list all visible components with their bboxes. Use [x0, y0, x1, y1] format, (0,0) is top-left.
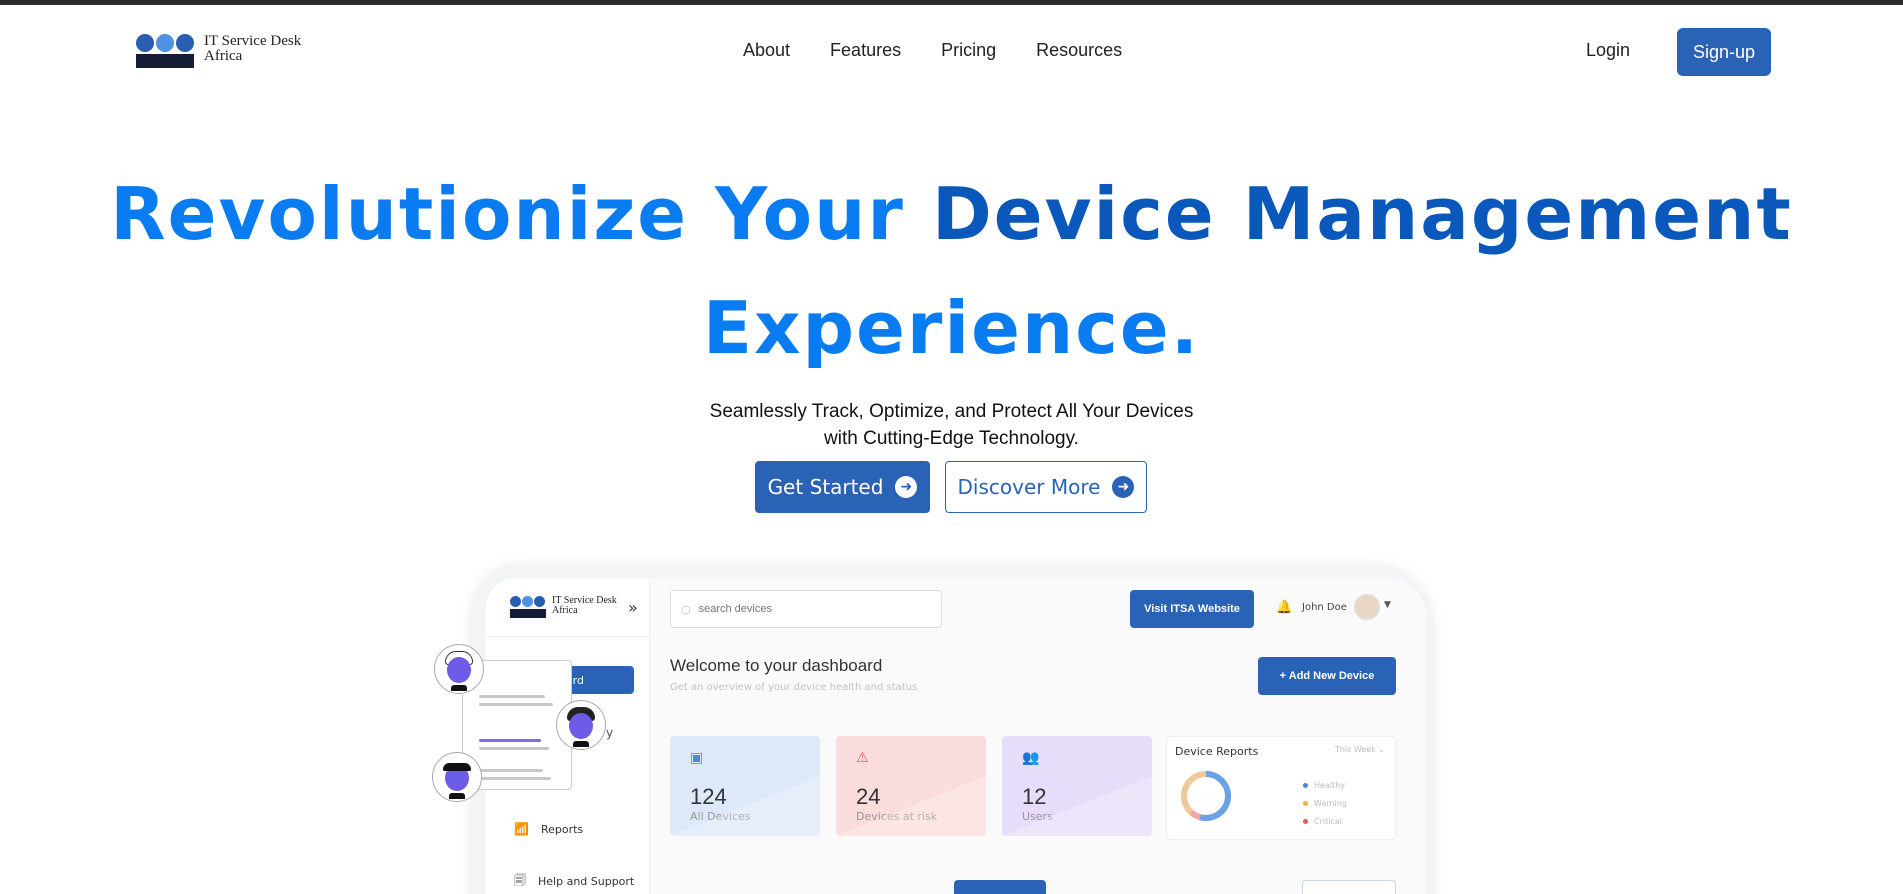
nav-features[interactable]: Features [830, 40, 901, 61]
device-reports-card: Device Reports This Week ⌄ Healthy Warni… [1166, 736, 1396, 840]
stat-value: 12 [1022, 784, 1047, 809]
discover-more-label: Discover More [957, 475, 1101, 499]
chevron-down-icon[interactable]: ▼ [1384, 600, 1391, 610]
hero-subtitle-line1: Seamlessly Track, Optimize, and Protect … [709, 401, 1194, 422]
persona-avatar [556, 700, 606, 750]
nav-pricing[interactable]: Pricing [941, 40, 996, 61]
login-link[interactable]: Login [1586, 40, 1630, 61]
sidebar-item-label: Help and Support [538, 875, 635, 888]
hero-title-part2: Device Management [931, 172, 1793, 256]
arrow-right-icon: ➜ [895, 476, 918, 498]
add-new-device-button[interactable]: + Add New Device [1258, 657, 1396, 695]
stat-value: 24 [856, 784, 881, 809]
legend-warning: Warning [1303, 795, 1347, 813]
sidebar-item-help[interactable]: 🗐 Help and Support [514, 871, 634, 892]
dashboard-welcome-subtitle: Get an overview of your device health an… [670, 682, 918, 693]
visit-website-button[interactable]: Visit ITSA Website [1130, 590, 1254, 628]
sidebar-item-label: Reports [540, 822, 584, 836]
dashboard-bottom-outline-button[interactable] [1302, 880, 1396, 894]
alarm-icon: ⚠ [856, 750, 869, 766]
period-select[interactable]: This Week ⌄ [1335, 745, 1385, 754]
search-input[interactable] [698, 603, 919, 615]
signup-button[interactable]: Sign-up [1677, 28, 1771, 76]
dashboard-welcome-title: Welcome to your dashboard [670, 656, 883, 675]
device-health-donut [1181, 771, 1231, 821]
dashboard-bottom-button[interactable] [954, 880, 1046, 894]
hero-title-line2: Experience. [702, 286, 1201, 370]
stat-card-users[interactable]: 👥 12 Users [1002, 736, 1152, 836]
device-reports-title: Device Reports [1175, 745, 1259, 758]
sidebar-divider [486, 636, 650, 637]
dashboard-search[interactable]: ○ [670, 590, 942, 628]
logo-text-line1: IT Service Desk [204, 33, 302, 49]
notification-bell-icon[interactable]: 🔔 [1276, 600, 1292, 615]
avatar[interactable] [1354, 594, 1380, 620]
persona-avatar [432, 752, 482, 802]
sidebar-item-reports[interactable]: 📶 Reports [514, 822, 583, 836]
discover-more-button[interactable]: Discover More ➜ [945, 461, 1147, 513]
get-started-button[interactable]: Get Started ➜ [755, 461, 930, 513]
arrow-right-icon: ➜ [1112, 476, 1135, 498]
logo-mark [510, 596, 546, 620]
brand-logo[interactable]: IT Service Desk Africa [136, 34, 301, 70]
logo-text-line2: Africa [204, 48, 243, 64]
device-reports-legend: Healthy Warning Critical [1303, 777, 1347, 831]
hero-subtitle-line2: with Cutting-Edge Technology. [824, 428, 1079, 449]
collapse-sidebar-icon[interactable]: » [628, 598, 638, 617]
hero-title-part1: Revolutionize Your [110, 172, 905, 256]
main-nav: About Features Pricing Resources [743, 40, 1122, 61]
dashboard-logo-text: IT Service Desk Africa [552, 596, 617, 616]
logo-text: IT Service Desk Africa [204, 34, 301, 64]
users-icon: 👥 [1022, 750, 1040, 766]
stat-value: 124 [690, 784, 727, 809]
period-label: This Week [1334, 745, 1376, 754]
stat-card-all-devices[interactable]: ▣ 124 All Devices [670, 736, 820, 836]
reports-icon: 📶 [514, 822, 529, 836]
get-started-label: Get Started [767, 475, 884, 499]
hero-subtitle: Seamlessly Track, Optimize, and Protect … [0, 398, 1903, 452]
logo-mark [136, 34, 194, 70]
support-team-illustration [430, 640, 630, 810]
devices-icon: ▣ [690, 750, 704, 766]
nav-about[interactable]: About [743, 40, 790, 61]
help-support-icon: 🗐 [514, 873, 526, 887]
nav-resources[interactable]: Resources [1036, 40, 1122, 61]
stat-card-devices-at-risk[interactable]: ⚠ 24 Devices at risk [836, 736, 986, 836]
search-icon: ○ [681, 602, 691, 616]
top-accent-bar [0, 0, 1903, 5]
persona-avatar [434, 644, 484, 694]
dashboard-logo: IT Service Desk Africa [510, 596, 617, 620]
user-name: John Doe [1302, 602, 1347, 613]
legend-healthy: Healthy [1303, 777, 1347, 795]
hero-title-line1: Revolutionize Your Device Management [0, 172, 1903, 256]
legend-critical: Critical [1303, 813, 1347, 831]
dashboard-logo-line2: Africa [552, 605, 578, 616]
